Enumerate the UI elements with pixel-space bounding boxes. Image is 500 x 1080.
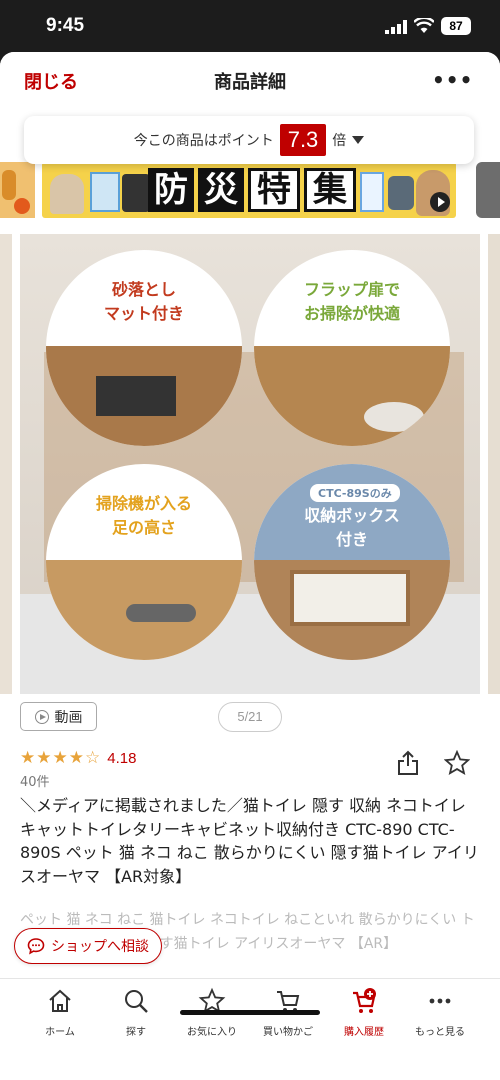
product-detail-sheet: 閉じる 商品詳細 ••• 今この商品はポイント 7.3 倍 防 災 特 集 砂落…: [0, 52, 500, 1080]
point-suffix: 倍: [332, 133, 347, 149]
play-icon[interactable]: [430, 192, 450, 212]
feature-bubble-flap-door: フラップ扉で お掃除が快適: [254, 250, 450, 446]
shop-consult-button[interactable]: ショップへ相談: [14, 928, 162, 964]
play-circle-icon: [34, 709, 49, 724]
banner-char: 防: [148, 168, 194, 212]
nav-home[interactable]: ホーム: [20, 987, 100, 1038]
star-empty-icon: ☆: [85, 748, 101, 768]
banner-char: 特: [248, 168, 300, 212]
caption-line: 足の高さ: [111, 518, 176, 537]
banner-next[interactable]: [476, 162, 500, 218]
status-bar: 9:45 87: [0, 0, 500, 52]
caption-line: マット付き: [103, 304, 184, 323]
video-label: 動画: [54, 709, 83, 726]
banner-product-image: [90, 172, 120, 212]
nav-label: 購入履歴: [344, 1027, 384, 1038]
banner-char: 集: [304, 168, 356, 212]
next-image-peek: [488, 234, 500, 694]
feature-photo: [46, 346, 242, 446]
star-full-icon: ★: [36, 748, 52, 768]
caption-line: 付き: [335, 530, 368, 549]
banner-title: 防 災 特 集: [148, 166, 356, 214]
litter-bowl-image: [364, 402, 424, 432]
video-button[interactable]: 動画: [20, 702, 97, 731]
feature-caption: フラップ扉で お掃除が快適: [254, 278, 450, 326]
banner-leaf-image: [2, 170, 16, 200]
feature-photo: [46, 560, 242, 660]
banner-stroller-image: [388, 176, 414, 210]
nav-label: 探す: [126, 1027, 146, 1038]
nav-more[interactable]: もっと見る: [400, 987, 480, 1038]
banner-pet-image: [50, 174, 84, 214]
image-page-indicator: 5/21: [218, 702, 282, 732]
prev-image-peek: [0, 234, 12, 694]
caret-down-icon: [352, 136, 365, 144]
caption-line: フラップ扉で: [303, 280, 400, 299]
vacuum-image: [126, 604, 196, 622]
star-full-icon: ★: [52, 748, 68, 768]
caption-line: お掃除が快適: [303, 304, 400, 323]
banner-play-icon: [14, 198, 30, 214]
feature-bubble-vacuum-height: 掃除機が入る 足の高さ: [46, 464, 242, 660]
share-icon[interactable]: [396, 750, 420, 776]
nav-label: お気に入り: [187, 1027, 237, 1038]
rating-value: 4.18: [107, 749, 137, 767]
feature-photo: [254, 560, 450, 660]
caption-line: 砂落とし: [111, 280, 176, 299]
sheet-header: 閉じる 商品詳細 •••: [0, 52, 500, 112]
rating-stars[interactable]: ★ ★ ★ ★ ☆ 4.18: [20, 748, 136, 768]
feature-caption: 砂落とし マット付き: [46, 278, 242, 326]
point-multiplier-dropdown[interactable]: 今この商品はポイント 7.3 倍: [24, 116, 474, 164]
battery-icon: 87: [441, 17, 471, 35]
feature-photo: [254, 346, 450, 446]
star-full-icon: ★: [68, 748, 84, 768]
drawer-image: [290, 570, 410, 626]
search-icon: [125, 990, 148, 1013]
product-image[interactable]: 砂落とし マット付き フラップ扉で お掃除が快適 掃除機が入る 足の高さ CTC…: [20, 234, 480, 694]
point-rate: 7.3: [279, 124, 327, 156]
page-title: 商品詳細: [214, 72, 286, 93]
point-prefix: 今この商品はポイント: [133, 133, 274, 149]
home-indicator: [180, 1010, 320, 1015]
mat-image: [96, 376, 176, 416]
home-icon: [49, 989, 71, 1012]
banner-carrier-image: [122, 174, 150, 212]
nav-label: ホーム: [45, 1027, 75, 1038]
wifi-icon: [414, 18, 434, 33]
product-title: ＼メディアに掲載されました／猫トイレ 隠す 収納 ネコトイレ キャットトイレタリ…: [20, 796, 479, 886]
banner-char: 災: [198, 168, 244, 212]
purchase-history-icon: [353, 988, 376, 1013]
banner-product-image: [360, 172, 384, 212]
review-count[interactable]: 40件: [20, 771, 50, 790]
more-options-button[interactable]: •••: [432, 68, 473, 92]
star-full-icon: ★: [20, 748, 36, 768]
shop-consult-label: ショップへ相談: [51, 939, 149, 955]
product-image-gallery[interactable]: 砂落とし マット付き フラップ扉で お掃除が快適 掃除機が入る 足の高さ CTC…: [0, 234, 500, 694]
more-icon: [429, 998, 451, 1004]
caption-line: 収納ボックス: [304, 506, 400, 525]
chat-icon: [27, 938, 45, 955]
cellular-signal-icon: [385, 20, 407, 34]
status-time: 9:45: [46, 15, 85, 36]
nav-search[interactable]: 探す: [96, 987, 176, 1038]
feature-bubble-storage-box: CTC-89Sのみ 収納ボックス 付き: [254, 464, 450, 660]
caption-line: 掃除機が入る: [95, 494, 192, 513]
nav-purchase-history[interactable]: 購入履歴: [324, 987, 404, 1038]
banner-prev[interactable]: [0, 162, 35, 218]
model-tag: CTC-89Sのみ: [310, 484, 400, 502]
nav-label: 買い物かご: [263, 1027, 313, 1038]
disaster-prevention-banner[interactable]: 防 災 特 集: [42, 162, 456, 218]
nav-label: もっと見る: [415, 1027, 465, 1038]
feature-bubble-sand-mat: 砂落とし マット付き: [46, 250, 242, 446]
banner-carousel: 防 災 特 集: [0, 162, 500, 218]
feature-caption: 収納ボックス 付き: [254, 504, 450, 552]
favorite-star-icon[interactable]: [444, 750, 470, 776]
bottom-navigation: ホーム 探す お気に入り 買い物かご 購入履歴 もっと見る: [0, 978, 500, 1080]
feature-caption: 掃除機が入る 足の高さ: [46, 492, 242, 540]
